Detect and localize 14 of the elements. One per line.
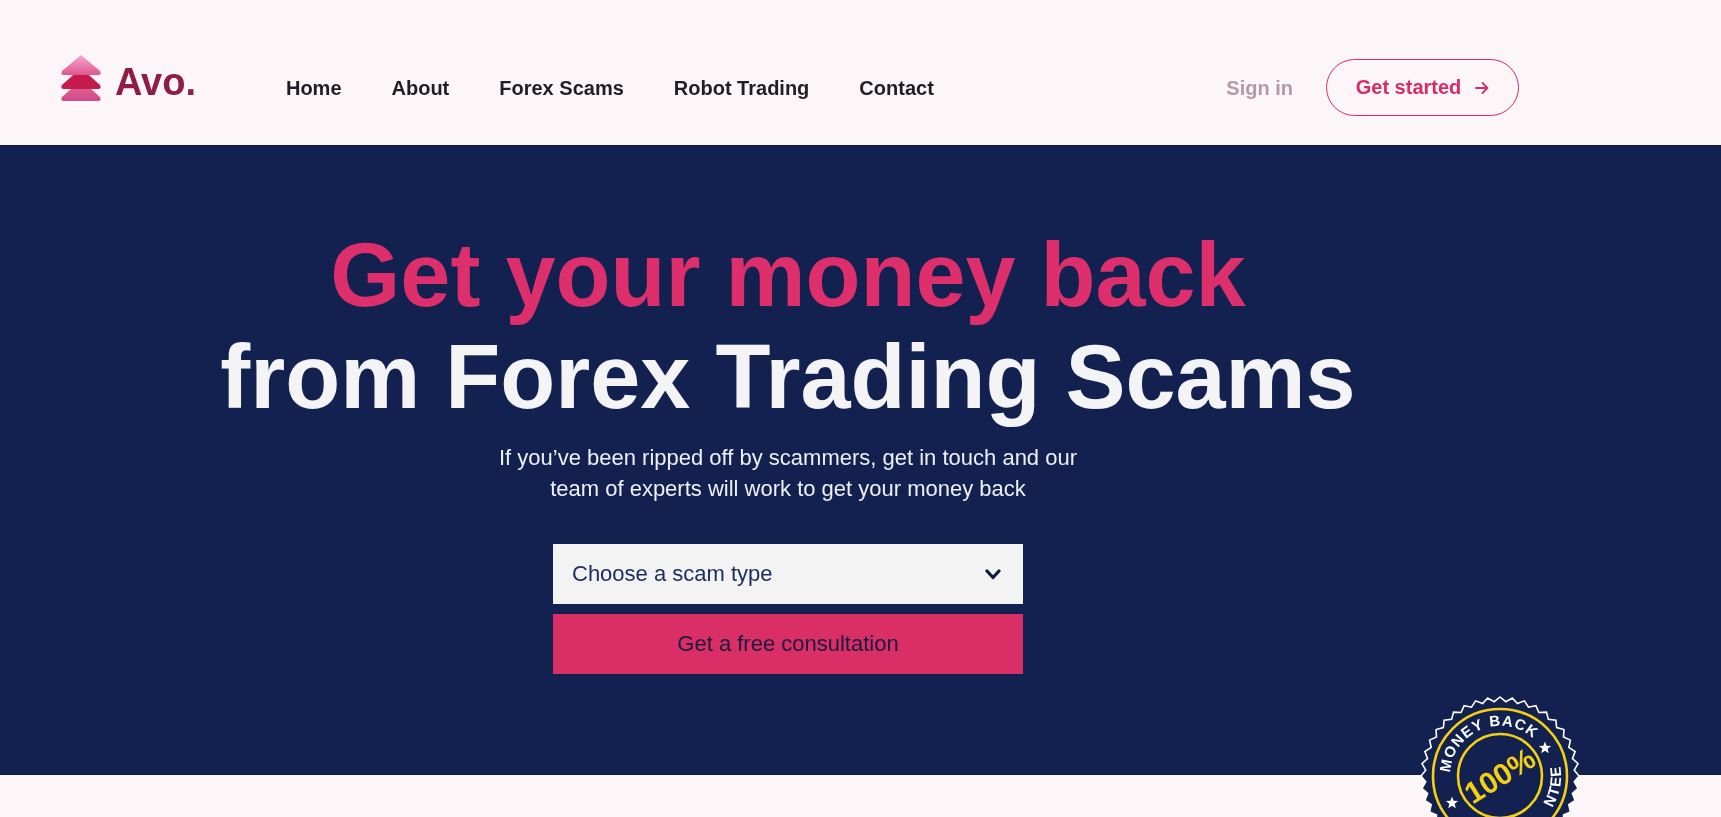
nav-link[interactable]: About <box>391 75 450 100</box>
logo-icon[interactable] <box>60 54 102 101</box>
scam-type-select[interactable]: Choose a scam type <box>553 544 1023 604</box>
nav-link[interactable]: Robot Trading <box>673 75 810 100</box>
headline-text: from Forex Trading Scams <box>220 326 1356 428</box>
headline-text: Get your money back <box>329 224 1247 326</box>
consultation-button[interactable]: Get a free consultation <box>553 614 1023 674</box>
nav-link[interactable]: Home <box>285 75 342 100</box>
arrow-right-icon <box>1475 81 1490 94</box>
nav-link[interactable]: Forex Scams <box>499 75 624 100</box>
logo-text[interactable]: Avo. <box>115 59 196 104</box>
nav-link[interactable]: Contact <box>859 75 934 100</box>
subtitle-text: If you’ve been ripped off by scammers, get in touch and our team of experts will work to get your money back <box>497 444 1078 503</box>
chevron-down-icon <box>985 568 1001 580</box>
